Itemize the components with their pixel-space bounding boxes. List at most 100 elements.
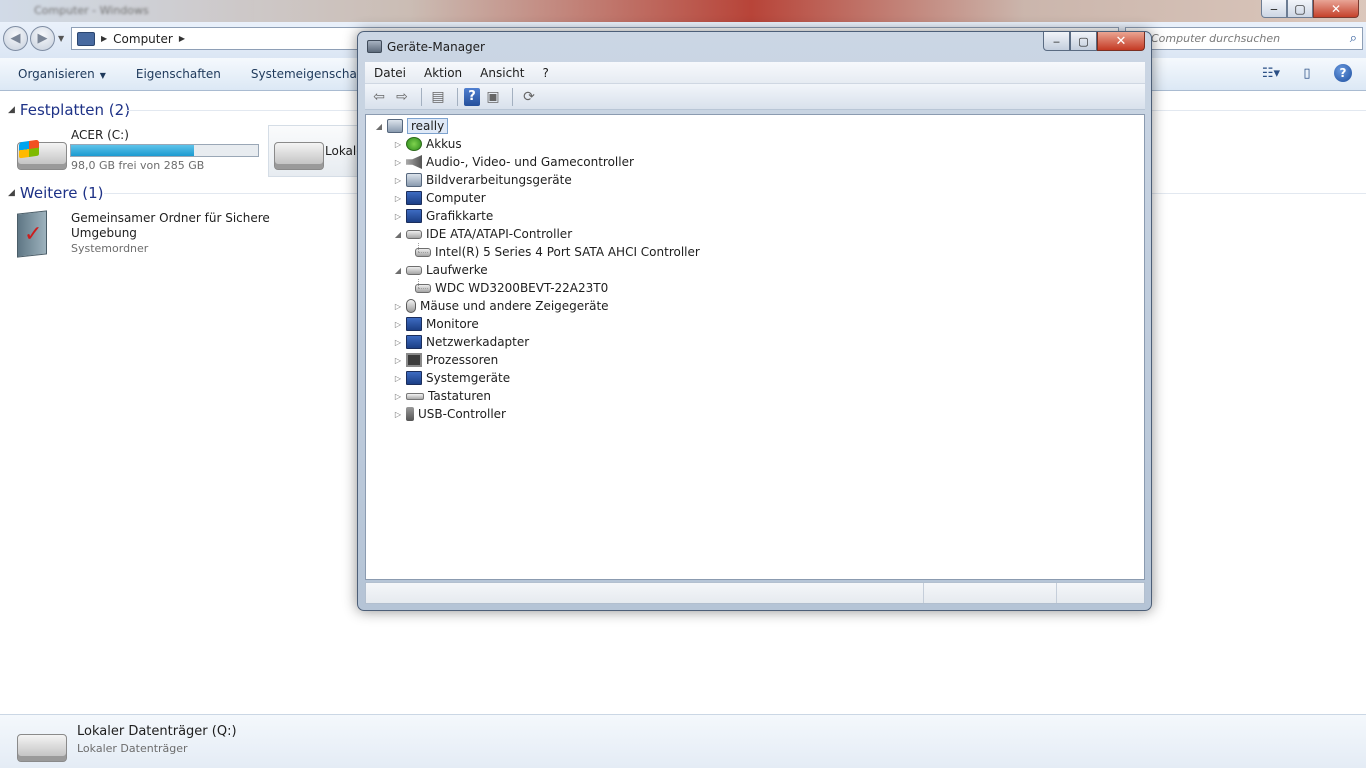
collapsed-triangle-icon[interactable]: ▷ xyxy=(393,320,403,329)
expanded-triangle-icon[interactable]: ◢ xyxy=(393,266,403,275)
back-icon[interactable]: ⇦ xyxy=(369,87,389,107)
details-name: Lokaler Datenträger (Q:) xyxy=(77,724,237,739)
explorer-title: Computer - Windows xyxy=(34,4,149,17)
collapsed-triangle-icon[interactable]: ▷ xyxy=(393,212,403,221)
recent-pages-dropdown-icon[interactable]: ▼ xyxy=(58,34,64,43)
computer-icon xyxy=(387,119,403,133)
toolbar-separator xyxy=(512,87,513,106)
hard-drive-icon[interactable] xyxy=(274,142,324,170)
address-path[interactable]: Computer xyxy=(113,32,173,46)
search-input[interactable]: Computer durchsuchen ⌕ xyxy=(1125,27,1363,50)
tree-item-audio[interactable]: ▷ Audio-, Video- und Gamecontroller xyxy=(393,153,634,171)
change-view-icon[interactable]: ☷▾ xyxy=(1262,64,1280,82)
toolbar-separator xyxy=(421,87,422,106)
help-icon[interactable]: ? xyxy=(464,87,480,106)
explorer-close-button[interactable]: ✕ xyxy=(1313,0,1359,18)
expanded-triangle-icon[interactable]: ◢ xyxy=(374,122,384,131)
dm-maximize-button[interactable]: ▢ xyxy=(1070,32,1097,51)
forward-button[interactable]: ▶ xyxy=(30,26,55,51)
disk-drive-icon xyxy=(406,265,422,275)
tree-item-usb[interactable]: ▷ USB-Controller xyxy=(393,405,506,423)
tree-item-ide[interactable]: ◢ IDE ATA/ATAPI-Controller xyxy=(393,225,572,243)
tree-item-network[interactable]: ▷ Netzwerkadapter xyxy=(393,333,529,351)
back-button[interactable]: ◀ xyxy=(3,26,28,51)
tree-view-icon[interactable]: ▤ xyxy=(428,87,448,107)
tree-item-mice[interactable]: ▷ Mäuse und andere Zeigegeräte xyxy=(393,297,609,315)
forward-arrow-icon: ▶ xyxy=(37,31,48,46)
dm-minimize-button[interactable]: ‒ xyxy=(1043,32,1070,51)
tree-item-computer[interactable]: ▷ Computer xyxy=(393,189,486,207)
view-controls: ☷▾ ▯ ? xyxy=(1262,64,1352,82)
group-hard-disks[interactable]: ◢ Festplatten (2) xyxy=(8,101,130,119)
tree-item-drives-child[interactable]: WDC WD3200BEVT-22A23T0 xyxy=(412,279,608,297)
tree-item-label: Audio-, Video- und Gamecontroller xyxy=(426,155,634,169)
collapsed-triangle-icon[interactable]: ▷ xyxy=(393,410,403,419)
preview-pane-icon[interactable]: ▯ xyxy=(1298,64,1316,82)
organize-button[interactable]: Organisieren ▼ xyxy=(0,67,106,81)
collapsed-triangle-icon[interactable]: ▷ xyxy=(393,140,403,149)
drive-c-name[interactable]: ACER (C:) xyxy=(71,128,129,142)
computer-icon xyxy=(406,191,422,205)
properties-button[interactable]: Eigenschaften xyxy=(106,67,221,81)
tree-item-processors[interactable]: ▷ Prozessoren xyxy=(393,351,498,369)
collapsed-triangle-icon[interactable]: ▷ xyxy=(393,356,403,365)
dm-close-button[interactable]: ✕ xyxy=(1097,32,1145,51)
speaker-icon xyxy=(406,155,422,169)
collapsed-triangle-icon[interactable]: ▷ xyxy=(393,392,403,401)
tree-item-drives[interactable]: ◢ Laufwerke xyxy=(393,261,488,279)
scan-hardware-icon[interactable]: ⟳ xyxy=(519,87,539,107)
menu-ansicht[interactable]: Ansicht xyxy=(471,66,533,80)
breadcrumb-arrow-icon[interactable]: ▶ xyxy=(101,34,107,43)
collapse-triangle-icon[interactable]: ◢ xyxy=(8,105,15,115)
menu-aktion[interactable]: Aktion xyxy=(415,66,471,80)
device-tree[interactable]: ◢ really ▷ Akkus ▷ Audio-, Video- und Ga… xyxy=(365,114,1145,580)
dm-menubar: Datei Aktion Ansicht ? xyxy=(365,62,1145,84)
breadcrumb-arrow-icon[interactable]: ▶ xyxy=(179,34,185,43)
forward-icon[interactable]: ⇨ xyxy=(392,87,412,107)
tree-root-label[interactable]: really xyxy=(407,118,449,134)
network-adapter-icon xyxy=(406,335,422,349)
tree-item-graphics[interactable]: ▷ Grafikkarte xyxy=(393,207,493,225)
explorer-titlebar[interactable]: Computer - Windows xyxy=(0,0,1366,22)
expanded-triangle-icon[interactable]: ◢ xyxy=(393,230,403,239)
collapsed-triangle-icon[interactable]: ▷ xyxy=(393,338,403,347)
tree-item-label: IDE ATA/ATAPI-Controller xyxy=(426,227,573,241)
tree-item-label: Netzwerkadapter xyxy=(426,335,530,349)
search-placeholder: Computer durchsuchen xyxy=(1151,32,1281,45)
menu-datei[interactable]: Datei xyxy=(365,66,415,80)
device-manager-window[interactable]: Geräte-Manager ‒ ▢ ✕ Datei Aktion Ansich… xyxy=(357,31,1152,611)
tree-item-label: WDC WD3200BEVT-22A23T0 xyxy=(435,281,609,295)
properties-icon[interactable]: ▣ xyxy=(483,87,503,107)
collapsed-triangle-icon[interactable]: ▷ xyxy=(393,176,403,185)
tree-item-monitors[interactable]: ▷ Monitore xyxy=(393,315,479,333)
explorer-minimize-button[interactable]: ‒ xyxy=(1261,0,1287,18)
search-icon[interactable]: ⌕ xyxy=(1350,31,1357,46)
checkmark-icon: ✓ xyxy=(24,222,43,247)
device-manager-icon xyxy=(367,40,382,53)
tree-item-label: Bildverarbeitungsgeräte xyxy=(426,173,572,187)
details-pane xyxy=(0,714,1366,768)
tree-item-keyboards[interactable]: ▷ Tastaturen xyxy=(393,387,491,405)
tree-item-ide-child[interactable]: Intel(R) 5 Series 4 Port SATA AHCI Contr… xyxy=(412,243,700,261)
shared-folder-name[interactable]: Gemeinsamer Ordner für Sichere Umgebung xyxy=(71,211,271,241)
keyboard-icon xyxy=(406,392,424,400)
tree-root[interactable]: ◢ really xyxy=(374,117,449,135)
tree-item-akkus[interactable]: ▷ Akkus xyxy=(393,135,462,153)
monitor-icon xyxy=(406,317,422,331)
windows-logo-icon xyxy=(19,139,39,159)
tree-item-imaging[interactable]: ▷ Bildverarbeitungsgeräte xyxy=(393,171,572,189)
tree-item-label: USB-Controller xyxy=(418,407,506,421)
explorer-maximize-button[interactable]: ▢ xyxy=(1287,0,1313,18)
group-other[interactable]: ◢ Weitere (1) xyxy=(8,184,103,202)
help-icon[interactable]: ? xyxy=(1334,64,1352,82)
tree-item-system[interactable]: ▷ Systemgeräte xyxy=(393,369,510,387)
collapsed-triangle-icon[interactable]: ▷ xyxy=(393,302,403,311)
computer-icon xyxy=(77,31,95,46)
collapsed-triangle-icon[interactable]: ▷ xyxy=(393,374,403,383)
menu-help[interactable]: ? xyxy=(533,66,557,80)
collapse-triangle-icon[interactable]: ◢ xyxy=(8,188,15,198)
collapsed-triangle-icon[interactable]: ▷ xyxy=(393,158,403,167)
collapsed-triangle-icon[interactable]: ▷ xyxy=(393,194,403,203)
group-hard-disks-title: Festplatten (2) xyxy=(19,101,131,119)
tree-item-label: Prozessoren xyxy=(426,353,499,367)
